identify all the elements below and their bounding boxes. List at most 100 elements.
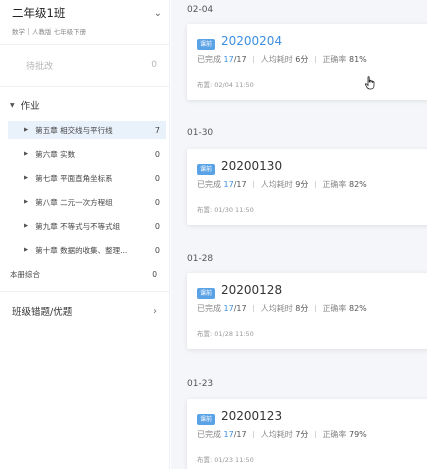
homework-stats: 已完成 17/17 人均耗时 9分 正确率 82% bbox=[197, 179, 367, 190]
sidebar-item-chapter-7[interactable]: ▶ 第七章 平面直角坐标系 0 bbox=[8, 169, 166, 187]
accuracy-value: 81% bbox=[348, 55, 367, 64]
triangle-right-icon: ▶ bbox=[24, 247, 29, 253]
sidebar: 二年级1班 ⌄ 数学 人教版 七年级下册 待批改 0 ▼ 作业 ▶ 第五章 相交线… bbox=[0, 0, 170, 469]
total-count: /17 bbox=[233, 430, 247, 439]
pending-count: 0 bbox=[151, 60, 157, 70]
triangle-right-icon: ▶ bbox=[24, 223, 29, 229]
triangle-right-icon: ▶ bbox=[24, 151, 29, 157]
divider bbox=[0, 291, 169, 292]
accuracy-label: 正确率 bbox=[322, 304, 347, 313]
chapter-count: 0 bbox=[154, 149, 160, 159]
chapter-count: 0 bbox=[154, 245, 160, 255]
homework-stats: 已完成 17/17 人均耗时 7分 正确率 79% bbox=[197, 429, 367, 440]
done-count: 17 bbox=[223, 430, 234, 439]
chapter-label: 第八章 二元一次方程组 bbox=[35, 197, 113, 207]
homework-list: 02-04 课前 20200204 已完成 17/17 人均耗时 6分 正确率 … bbox=[171, 0, 427, 469]
date-header: 02-04 bbox=[187, 5, 214, 15]
sidebar-section-homework[interactable]: ▼ 作业 bbox=[0, 96, 169, 114]
done-count: 17 bbox=[223, 55, 234, 64]
comprehensive-label: 本册综合 bbox=[10, 269, 40, 279]
sidebar-item-pending[interactable]: 待批改 0 bbox=[0, 52, 169, 78]
chapter-label: 第十章 数据的收集、整理... bbox=[35, 245, 128, 255]
type-badge: 课前 bbox=[197, 164, 216, 175]
done-count: 17 bbox=[223, 180, 234, 189]
triangle-right-icon: ▶ bbox=[24, 127, 29, 133]
avg-time-label: 人均耗时 bbox=[260, 430, 293, 439]
chapter-label: 第六章 实数 bbox=[35, 149, 76, 159]
publish-time: 布置: 01/30 11:50 bbox=[197, 206, 254, 214]
homework-card[interactable]: 课前 20200130 已完成 17/17 人均耗时 9分 正确率 82% 布置… bbox=[187, 149, 427, 225]
avg-time-label: 人均耗时 bbox=[260, 304, 293, 313]
homework-stats: 已完成 17/17 人均耗时 6分 正确率 81% bbox=[197, 54, 367, 65]
avg-time-value: 9分 bbox=[295, 180, 309, 189]
sidebar-item-chapter-9[interactable]: ▶ 第九章 不等式与不等式组 0 bbox=[8, 217, 166, 235]
publish-time: 布置: 01/28 11:50 bbox=[197, 330, 254, 338]
sidebar-item-chapter-5[interactable]: ▶ 第五章 相交线与平行线 7 bbox=[8, 121, 166, 139]
homework-stats: 已完成 17/17 人均耗时 8分 正确率 82% bbox=[197, 303, 367, 314]
homework-title[interactable]: 20200123 bbox=[221, 409, 282, 423]
done-label: 已完成 bbox=[197, 180, 221, 189]
homework-card[interactable]: 课前 20200123 已完成 17/17 人均耗时 7分 正确率 79% 布置… bbox=[187, 399, 427, 469]
accuracy-value: 82% bbox=[348, 304, 367, 313]
comprehensive-count: 0 bbox=[152, 269, 157, 279]
divider bbox=[0, 86, 169, 87]
date-header: 01-30 bbox=[187, 128, 214, 138]
homework-label: 作业 bbox=[20, 101, 40, 112]
done-label: 已完成 bbox=[197, 304, 221, 313]
error-book-label: 班级错题/优题 bbox=[12, 307, 73, 318]
date-header: 01-23 bbox=[187, 379, 214, 389]
homework-title[interactable]: 20200204 bbox=[221, 34, 282, 48]
date-header: 01-28 bbox=[187, 254, 214, 264]
class-subject: 数学 bbox=[12, 28, 25, 36]
triangle-right-icon: ▶ bbox=[24, 199, 29, 205]
chapter-label: 第九章 不等式与不等式组 bbox=[35, 221, 121, 231]
avg-time-value: 6分 bbox=[295, 55, 309, 64]
accuracy-label: 正确率 bbox=[322, 180, 347, 189]
total-count: /17 bbox=[233, 304, 247, 313]
type-badge: 课前 bbox=[197, 288, 216, 299]
type-badge: 课前 bbox=[197, 414, 216, 425]
accuracy-value: 82% bbox=[348, 180, 367, 189]
avg-time-value: 7分 bbox=[295, 430, 309, 439]
homework-card[interactable]: 课前 20200128 已完成 17/17 人均耗时 8分 正确率 82% 布置… bbox=[187, 273, 427, 349]
chapter-count: 7 bbox=[154, 125, 160, 135]
sidebar-item-chapter-6[interactable]: ▶ 第六章 实数 0 bbox=[8, 145, 166, 163]
sidebar-item-chapter-8[interactable]: ▶ 第八章 二元一次方程组 0 bbox=[8, 193, 166, 211]
sidebar-item-error-book[interactable]: 班级错题/优题 › bbox=[0, 300, 169, 322]
sidebar-item-chapter-10[interactable]: ▶ 第十章 数据的收集、整理... 0 bbox=[8, 241, 166, 259]
class-selector[interactable]: 二年级1班 ⌄ bbox=[12, 4, 162, 22]
homework-title[interactable]: 20200128 bbox=[221, 283, 282, 297]
done-label: 已完成 bbox=[197, 430, 221, 439]
sidebar-item-comprehensive[interactable]: 本册综合 0 bbox=[0, 265, 169, 283]
avg-time-label: 人均耗时 bbox=[260, 55, 293, 64]
hand-cursor-icon bbox=[364, 76, 375, 90]
avg-time-label: 人均耗时 bbox=[260, 180, 293, 189]
triangle-right-icon: ▶ bbox=[24, 175, 29, 181]
done-count: 17 bbox=[223, 304, 234, 313]
accuracy-value: 79% bbox=[348, 430, 367, 439]
chapter-label: 第七章 平面直角坐标系 bbox=[35, 173, 113, 183]
done-label: 已完成 bbox=[197, 55, 221, 64]
triangle-down-icon: ▼ bbox=[10, 101, 15, 109]
chevron-down-icon[interactable]: ⌄ bbox=[154, 8, 162, 19]
class-grade: 七年级下册 bbox=[53, 28, 87, 36]
publish-time: 布置: 01/23 11:50 bbox=[197, 456, 254, 464]
pending-label: 待批改 bbox=[26, 61, 54, 72]
class-name: 二年级1班 bbox=[12, 6, 66, 20]
publish-time: 布置: 02/04 11:50 bbox=[197, 81, 254, 89]
accuracy-label: 正确率 bbox=[322, 430, 347, 439]
chapter-count: 0 bbox=[154, 173, 160, 183]
accuracy-label: 正确率 bbox=[322, 55, 347, 64]
divider bbox=[0, 44, 169, 45]
chapter-label: 第五章 相交线与平行线 bbox=[35, 125, 113, 135]
total-count: /17 bbox=[233, 180, 247, 189]
class-edition: 人教版 bbox=[32, 28, 52, 36]
chevron-right-icon: › bbox=[153, 305, 157, 317]
total-count: /17 bbox=[233, 55, 247, 64]
avg-time-value: 8分 bbox=[295, 304, 309, 313]
homework-card[interactable]: 课前 20200204 已完成 17/17 人均耗时 6分 正确率 81% 布置… bbox=[187, 24, 427, 100]
homework-title[interactable]: 20200130 bbox=[221, 159, 282, 173]
chapter-count: 0 bbox=[154, 221, 160, 231]
class-meta: 数学 人教版 七年级下册 bbox=[12, 26, 86, 36]
chapter-count: 0 bbox=[154, 197, 160, 207]
